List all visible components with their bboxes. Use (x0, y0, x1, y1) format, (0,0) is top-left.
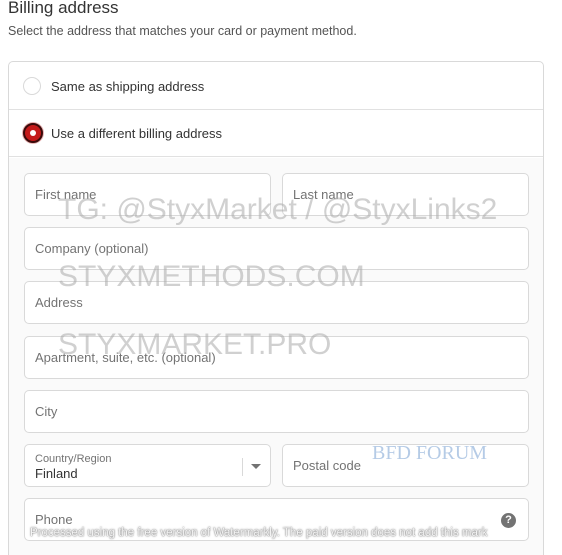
country-select-label: Country/Region (35, 453, 112, 465)
address-field[interactable] (24, 281, 529, 324)
section-subtitle: Select the address that matches your car… (8, 24, 357, 38)
apartment-field[interactable] (24, 336, 529, 379)
address-input[interactable] (25, 282, 528, 323)
radio-same-as-shipping[interactable] (23, 77, 41, 95)
radio-different-billing[interactable] (23, 123, 43, 143)
apartment-input[interactable] (25, 337, 528, 378)
option-same-as-shipping-label: Same as shipping address (51, 78, 205, 94)
postal-code-input[interactable] (283, 445, 528, 486)
company-field[interactable] (24, 227, 529, 270)
help-icon[interactable]: ? (501, 513, 516, 528)
last-name-input[interactable] (283, 174, 528, 215)
option-different-billing-label: Use a different billing address (51, 125, 223, 141)
section-title: Billing address (8, 0, 119, 17)
city-input[interactable] (25, 391, 528, 432)
billing-form: Country/Region Finland ? (9, 158, 543, 555)
phone-field[interactable]: ? (24, 498, 529, 541)
billing-address-panel: Same as shipping address Use a different… (8, 61, 544, 555)
option-different-billing[interactable]: Use a different billing address (9, 109, 543, 157)
phone-input[interactable] (25, 499, 528, 540)
first-name-input[interactable] (25, 174, 270, 215)
option-same-as-shipping[interactable]: Same as shipping address (9, 62, 543, 110)
chevron-down-icon[interactable] (251, 464, 261, 469)
postal-code-field[interactable] (282, 444, 529, 487)
select-divider (242, 458, 243, 476)
company-input[interactable] (25, 228, 528, 269)
country-select-value: Finland (35, 466, 78, 481)
country-select[interactable]: Country/Region Finland (24, 444, 271, 487)
city-field[interactable] (24, 390, 529, 433)
first-name-field[interactable] (24, 173, 271, 216)
last-name-field[interactable] (282, 173, 529, 216)
